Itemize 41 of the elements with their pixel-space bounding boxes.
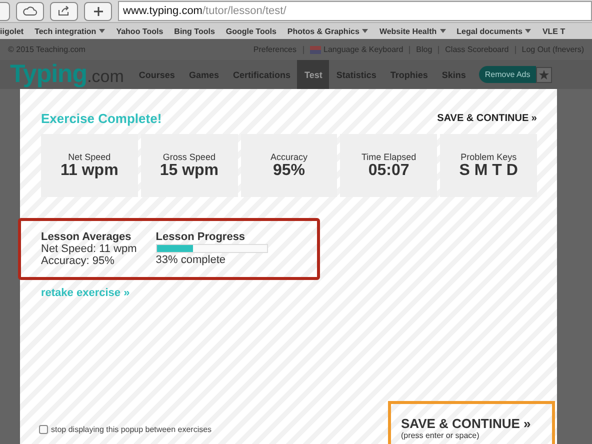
bookmark[interactable]: Tech integration bbox=[34, 26, 96, 36]
save-continue-link[interactable]: SAVE & CONTINUE » bbox=[437, 113, 537, 124]
bookmark[interactable]: iigolet bbox=[0, 26, 24, 36]
average-line: Accuracy: 95% bbox=[41, 255, 116, 267]
bookmark[interactable]: VLE T bbox=[542, 26, 566, 36]
stat-value: 15 wpm bbox=[160, 162, 219, 180]
address-field[interactable]: www.typing.com/tutor/lesson/test/ bbox=[118, 1, 592, 21]
dialog-heading: Exercise Complete! bbox=[41, 111, 162, 126]
stat-value: 05:07 bbox=[368, 162, 410, 180]
stat-label: Accuracy bbox=[270, 152, 308, 162]
bookmark[interactable]: Website Health bbox=[379, 26, 437, 36]
checkbox-label: stop displaying this popup between exercises bbox=[51, 425, 212, 434]
share-icon[interactable] bbox=[50, 2, 78, 20]
caret-icon bbox=[440, 29, 446, 33]
stat-label: Gross Speed bbox=[162, 152, 216, 162]
caret-icon bbox=[525, 29, 532, 33]
averages-title: Lesson Averages bbox=[41, 231, 132, 243]
remove-ads-button[interactable]: Remove Ads bbox=[478, 66, 536, 83]
save-continue-button[interactable]: SAVE & CONTINUE » (press enter or space) bbox=[388, 401, 555, 444]
stat-label: Problem Keys bbox=[460, 152, 517, 162]
add-icon[interactable] bbox=[84, 2, 112, 20]
progress-reading: 33% complete bbox=[156, 254, 227, 266]
bookmark[interactable]: Bing Tools bbox=[174, 26, 215, 36]
caret-icon bbox=[99, 29, 106, 33]
stat-value: 11 wpm bbox=[60, 162, 118, 180]
bookmark[interactable]: Legal documents bbox=[456, 26, 522, 36]
stat-value: 95% bbox=[272, 162, 305, 180]
checkbox[interactable] bbox=[39, 425, 48, 434]
bookmark[interactable]: Yahoo Tools bbox=[116, 26, 164, 36]
flag-icon bbox=[310, 46, 321, 54]
retake-link[interactable]: retake exercise » bbox=[41, 287, 130, 299]
stat-label: Net Speed bbox=[68, 152, 111, 162]
stat-label: Time Elapsed bbox=[361, 152, 416, 162]
stat-value: S M T D bbox=[459, 162, 518, 180]
progress-title: Lesson Progress bbox=[156, 231, 246, 243]
bookmark[interactable]: Google Tools bbox=[226, 26, 276, 36]
nav-tab[interactable]: Test bbox=[297, 60, 330, 89]
average-line: Net Speed: 11 wpm bbox=[41, 243, 137, 255]
caret-icon bbox=[362, 29, 368, 33]
bookmark[interactable]: Photos & Graphics bbox=[287, 26, 360, 36]
cloud-icon[interactable] bbox=[16, 2, 44, 20]
